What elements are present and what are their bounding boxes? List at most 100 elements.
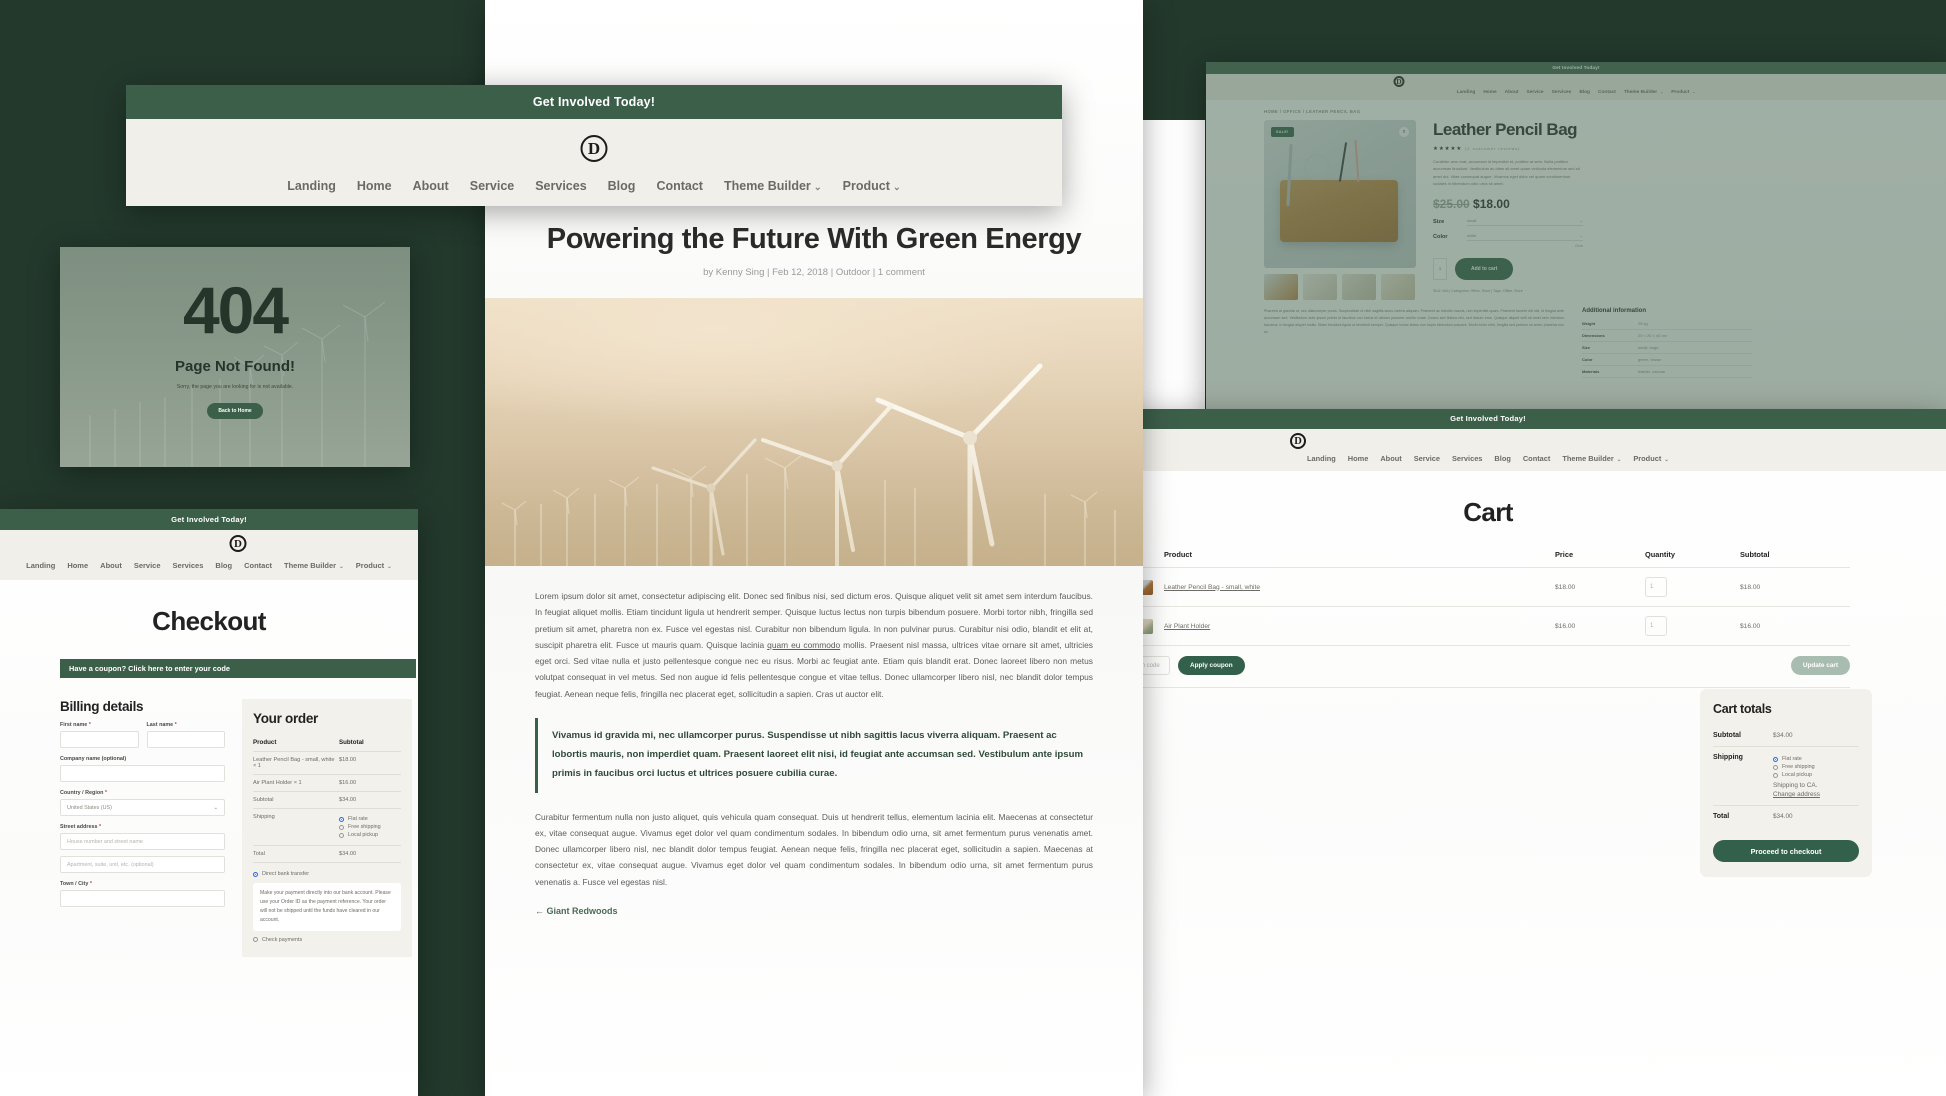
checkout-nav-list[interactable]: Landing Home About Service Services Blog… bbox=[0, 561, 418, 570]
product-nav[interactable]: D Landing Home About Service Services Bl… bbox=[1206, 74, 1946, 100]
nav-item-contact[interactable]: Contact bbox=[656, 179, 703, 193]
nav-item-theme-builder[interactable]: Theme Builder ⌄ bbox=[1624, 90, 1663, 95]
logo-icon[interactable]: D bbox=[1290, 433, 1306, 449]
company-name-field[interactable] bbox=[60, 765, 225, 782]
gallery-thumb[interactable] bbox=[1264, 274, 1298, 300]
shipping-option-local-pickup[interactable]: Local pickup bbox=[339, 832, 401, 838]
nav-item-blog[interactable]: Blog bbox=[608, 179, 636, 193]
nav-item-about[interactable]: About bbox=[1380, 454, 1401, 463]
nav-item-home[interactable]: Home bbox=[357, 179, 392, 193]
update-cart-button[interactable]: Update cart bbox=[1790, 656, 1850, 675]
coupon-toggle-bar[interactable]: Have a coupon? Click here to enter your … bbox=[60, 659, 416, 678]
logo-icon[interactable]: D bbox=[229, 535, 247, 552]
country-select[interactable]: United States (US) ⌄ bbox=[60, 799, 225, 816]
proceed-to-checkout-button[interactable]: Proceed to checkout bbox=[1713, 840, 1859, 862]
shipping-option-local-pickup[interactable]: Local pickup bbox=[1773, 772, 1859, 778]
cart-actions-row[interactable]: Coupon code Apply coupon Update cart bbox=[1118, 656, 1850, 688]
shipping-option-free[interactable]: Free shipping bbox=[1773, 764, 1859, 770]
nav-item-home[interactable]: Home bbox=[1483, 90, 1496, 95]
gallery-thumb[interactable] bbox=[1303, 274, 1337, 300]
attribute-color[interactable]: Color white ⌄ bbox=[1433, 233, 1583, 241]
main-nav[interactable]: D Landing Home About Service Services Bl… bbox=[126, 119, 1062, 206]
checkout-nav[interactable]: D Landing Home About Service Services Bl… bbox=[0, 530, 418, 580]
add-to-cart-button[interactable]: Add to cart bbox=[1455, 257, 1514, 280]
product-gallery[interactable]: SALE! ⌕ bbox=[1264, 120, 1416, 300]
error-404-window[interactable]: 404 Page Not Found! Sorry, the page you … bbox=[60, 247, 410, 467]
shipping-option-flat-rate[interactable]: Flat rate bbox=[1773, 756, 1859, 762]
quantity-input[interactable]: 1 bbox=[1645, 577, 1667, 597]
purchase-controls[interactable]: 1 Add to cart bbox=[1433, 257, 1583, 280]
change-address-link[interactable]: Change address bbox=[1773, 791, 1859, 798]
nav-item-home[interactable]: Home bbox=[67, 561, 88, 570]
breadcrumb[interactable]: HOME / OFFICE / LEATHER PENCIL BAG bbox=[1206, 100, 1946, 114]
cart-nav[interactable]: D Landing Home About Service Services Bl… bbox=[1030, 429, 1946, 471]
payment-check-payments[interactable]: Check payments bbox=[253, 937, 401, 943]
nav-item-landing[interactable]: Landing bbox=[287, 179, 336, 193]
nav-item-service[interactable]: Service bbox=[470, 179, 514, 193]
address-line-2-field[interactable]: Apartment, suite, unit, etc. (optional) bbox=[60, 856, 225, 873]
quantity-input[interactable]: 1 bbox=[1645, 616, 1667, 636]
nav-item-contact[interactable]: Contact bbox=[244, 561, 272, 570]
nav-item-theme-builder[interactable]: Theme Builder ⌄ bbox=[724, 179, 822, 193]
previous-post-link[interactable]: ← Giant Redwoods bbox=[485, 906, 1143, 916]
back-to-home-button[interactable]: Back to Home bbox=[207, 403, 263, 419]
shipping-option-flat-rate[interactable]: Flat rate bbox=[339, 816, 401, 822]
nav-item-about[interactable]: About bbox=[1505, 90, 1519, 95]
clear-selection-link[interactable]: Clear bbox=[1433, 244, 1583, 248]
last-name-field[interactable] bbox=[146, 731, 225, 748]
size-select[interactable]: small ⌄ bbox=[1467, 218, 1583, 226]
product-nav-list[interactable]: Landing Home About Service Services Blog… bbox=[1206, 90, 1946, 95]
nav-item-blog[interactable]: Blog bbox=[1494, 454, 1510, 463]
main-nav-list[interactable]: Landing Home About Service Services Blog… bbox=[126, 179, 1062, 193]
logo-icon[interactable]: D bbox=[580, 135, 608, 162]
nav-item-services[interactable]: Services bbox=[535, 179, 586, 193]
nav-item-blog[interactable]: Blog bbox=[1579, 90, 1590, 95]
nav-item-landing[interactable]: Landing bbox=[1457, 90, 1476, 95]
shipping-row[interactable]: Shipping Flat rate Free shipping Local p… bbox=[253, 808, 401, 846]
product-link[interactable]: Air Plant Holder bbox=[1164, 623, 1210, 630]
shipping-row[interactable]: Shipping Flat rate Free shipping Local p… bbox=[1713, 747, 1859, 806]
nav-item-service[interactable]: Service bbox=[1527, 90, 1544, 95]
nav-item-services[interactable]: Services bbox=[1552, 90, 1572, 95]
nav-item-product[interactable]: Product ⌄ bbox=[356, 561, 392, 570]
product-main-image[interactable]: SALE! ⌕ bbox=[1264, 120, 1416, 268]
nav-item-theme-builder[interactable]: Theme Builder ⌄ bbox=[1562, 454, 1621, 463]
checkout-page-window[interactable]: Get Involved Today! D Landing Home About… bbox=[0, 509, 418, 1096]
nav-item-product[interactable]: Product ⌄ bbox=[1671, 90, 1695, 95]
nav-item-contact[interactable]: Contact bbox=[1523, 454, 1551, 463]
logo-icon[interactable]: D bbox=[1393, 76, 1405, 87]
nav-item-product[interactable]: Product ⌄ bbox=[843, 179, 901, 193]
nav-item-service[interactable]: Service bbox=[1414, 454, 1440, 463]
rating-stars[interactable]: ★★★★★ (2 customer reviews) bbox=[1433, 146, 1583, 152]
nav-item-product[interactable]: Product ⌄ bbox=[1633, 454, 1669, 463]
zoom-icon[interactable]: ⌕ bbox=[1399, 127, 1409, 137]
nav-item-services[interactable]: Services bbox=[1452, 454, 1482, 463]
billing-details-form[interactable]: Billing details First name * Last name *… bbox=[60, 699, 225, 957]
gallery-thumb[interactable] bbox=[1381, 274, 1415, 300]
nav-item-landing[interactable]: Landing bbox=[26, 561, 55, 570]
nav-item-contact[interactable]: Contact bbox=[1598, 90, 1616, 95]
cart-nav-list[interactable]: Landing Home About Service Services Blog… bbox=[1030, 454, 1946, 463]
nav-item-about[interactable]: About bbox=[413, 179, 449, 193]
quantity-stepper[interactable]: 1 bbox=[1433, 257, 1447, 280]
color-select[interactable]: white ⌄ bbox=[1467, 233, 1583, 241]
product-link[interactable]: Leather Pencil Bag - small, white bbox=[1164, 584, 1260, 591]
nav-item-service[interactable]: Service bbox=[134, 561, 161, 570]
first-name-field[interactable] bbox=[60, 731, 139, 748]
nav-item-home[interactable]: Home bbox=[1348, 454, 1369, 463]
gallery-thumb[interactable] bbox=[1342, 274, 1376, 300]
cart-page-window[interactable]: Get Involved Today! D Landing Home About… bbox=[1030, 409, 1946, 1096]
street-address-field[interactable]: House number and street name bbox=[60, 833, 225, 850]
attribute-size[interactable]: Size small ⌄ bbox=[1433, 218, 1583, 226]
gallery-thumbnails[interactable] bbox=[1264, 274, 1416, 300]
inline-link[interactable]: quam eu commodo bbox=[767, 640, 840, 650]
shipping-option-free[interactable]: Free shipping bbox=[339, 824, 401, 830]
nav-item-blog[interactable]: Blog bbox=[215, 561, 232, 570]
apply-coupon-button[interactable]: Apply coupon bbox=[1178, 656, 1245, 675]
nav-item-landing[interactable]: Landing bbox=[1307, 454, 1336, 463]
town-city-field[interactable] bbox=[60, 890, 225, 907]
payment-direct-bank-transfer[interactable]: Direct bank transfer bbox=[253, 871, 401, 877]
nav-item-about[interactable]: About bbox=[100, 561, 122, 570]
site-header-window[interactable]: Get Involved Today! D Landing Home About… bbox=[126, 85, 1062, 206]
nav-item-services[interactable]: Services bbox=[173, 561, 204, 570]
